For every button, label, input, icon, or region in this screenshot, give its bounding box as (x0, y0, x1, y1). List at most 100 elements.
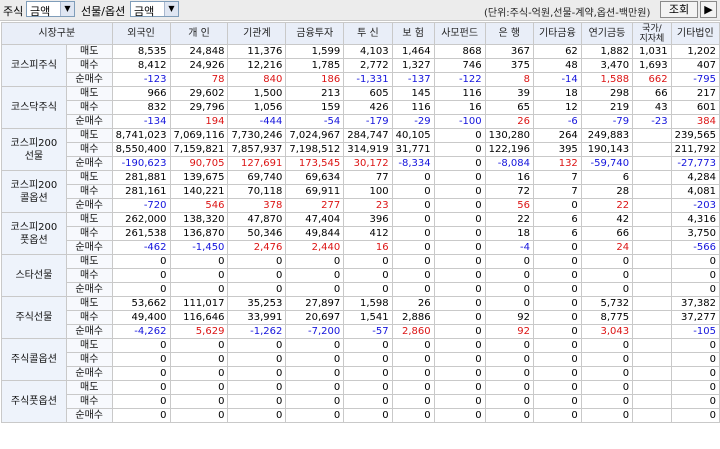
value-cell: 426 (343, 100, 393, 115)
table-row[interactable]: 매수 281,161 140,221 70,118 69,911 100 0 0 72 7 28 4,… (2, 184, 720, 199)
value-cell: 30,172 (343, 156, 393, 171)
value-cell (632, 184, 672, 199)
table-row[interactable]: 순매수 -462 -1,450 2,476 2,440 16 0 0 -4 0 24 -566 (2, 240, 720, 255)
value-cell: 0 (111, 254, 171, 269)
value-cell: 18 (533, 86, 582, 101)
value-cell: 0 (433, 156, 486, 171)
value-cell: 5,629 (169, 324, 229, 339)
table-row[interactable]: 매수 8,550,400 7,159,821 7,857,937 7,198,512 31… (2, 142, 720, 157)
value-cell: 0 (580, 352, 634, 367)
value-cell: -566 (670, 240, 720, 255)
value-cell: -190,623 (111, 156, 171, 171)
next-arrow-button[interactable]: ▶ (700, 1, 717, 18)
value-cell: 1,202 (670, 44, 720, 59)
value-cell: 7,159,821 (169, 142, 229, 157)
table-row[interactable]: 코스닥주식 매도 966 29,602 1,500 213 605 145 116 39 18 298… (1, 86, 720, 129)
value-cell: 0 (343, 268, 393, 283)
trade-type-cell: 순매수 (65, 240, 113, 255)
value-cell: 0 (169, 394, 229, 409)
table-row[interactable]: 매수 832 29,796 1,056 159 426 116 16 65 12 219 43 601 (2, 100, 720, 115)
value-cell: -179 (343, 114, 393, 129)
value-cell: 116,646 (169, 310, 229, 325)
table-row[interactable]: 순매수 0 0 0 0 0 0 0 0 0 0 0 (2, 408, 720, 423)
value-cell: 6 (580, 170, 634, 185)
value-cell: 33,991 (227, 310, 287, 325)
table-row[interactable]: 주식풋옵션 매도 0 0 0 0 0 0 0 0 0 0 0 (1, 380, 720, 423)
stock-unit-select[interactable]: 금액 ▼ (26, 1, 75, 18)
value-cell: 0 (391, 338, 435, 353)
value-cell: 26 (484, 114, 535, 129)
table-row[interactable]: 매수 49,400 116,646 33,991 20,697 1,541 2,886 0 92… (2, 310, 720, 325)
search-button[interactable]: 조회 (660, 1, 698, 18)
trade-type-cell: 순매수 (65, 366, 113, 381)
unit-note: (단위:주식-억원,선물-계약,옵션-백만원) (484, 8, 651, 19)
table-row[interactable]: 주식선물 매도 53,662 111,017 35,253 27,897 1,598 26 0 0… (1, 296, 720, 339)
value-cell: 28 (580, 184, 634, 199)
value-cell: 367 (484, 44, 535, 59)
value-cell: -59,740 (580, 156, 634, 171)
table-row[interactable]: 코스피200 선물 매도 8,741,023 7,069,116 7,730,246 7,… (1, 128, 720, 171)
table-row[interactable]: 매수 0 0 0 0 0 0 0 0 0 0 0 (2, 268, 720, 283)
table-row[interactable]: 코스피200 콜옵션 매도 281,881 139,675 69,740 69,634 77… (1, 170, 720, 213)
trade-type-cell: 매도 (65, 254, 113, 269)
table-row[interactable]: 매수 0 0 0 0 0 0 0 0 0 0 0 (2, 394, 720, 409)
table-row[interactable]: 스타선물 매도 0 0 0 0 0 0 0 0 0 0 0 (1, 254, 720, 297)
futopt-unit-select[interactable]: 금액 ▼ (130, 1, 179, 18)
chevron-down-icon: ▼ (60, 2, 74, 16)
value-cell: 0 (391, 198, 435, 213)
value-cell: 239,565 (670, 128, 720, 143)
table-row[interactable]: 순매수 0 0 0 0 0 0 0 0 0 0 0 (2, 366, 720, 381)
table-row[interactable]: 주식콜옵션 매도 0 0 0 0 0 0 0 0 0 0 0 (1, 338, 720, 381)
market-name-cell: 코스피200 풋옵션 (1, 212, 67, 255)
value-cell: 47,404 (285, 212, 345, 227)
value-cell: 0 (580, 338, 634, 353)
value-cell: 16 (433, 100, 486, 115)
value-cell: -6 (533, 114, 582, 129)
table-row[interactable]: 순매수 -190,623 90,705 127,691 173,545 30,172 -8,… (2, 156, 720, 171)
table-row[interactable]: 순매수 -4,262 5,629 -1,262 -7,200 -57 2,860 0 92 0 3,… (2, 324, 720, 339)
value-cell: 0 (227, 254, 287, 269)
value-cell: -54 (285, 114, 345, 129)
value-cell: 0 (343, 352, 393, 367)
value-cell: 284,747 (343, 128, 393, 143)
value-cell: 0 (580, 380, 634, 395)
value-cell: -4 (484, 240, 535, 255)
trade-type-cell: 순매수 (65, 198, 113, 213)
value-cell: 0 (391, 352, 435, 367)
value-cell: 0 (484, 408, 535, 423)
value-cell: 0 (433, 282, 486, 297)
value-cell: 56 (484, 198, 535, 213)
table-row[interactable]: 매수 0 0 0 0 0 0 0 0 0 0 0 (2, 352, 720, 367)
table-row[interactable]: 매수 8,412 24,926 12,216 1,785 2,772 1,327 746 375… (2, 58, 720, 73)
value-cell: 0 (433, 408, 486, 423)
value-cell: 122,196 (484, 142, 535, 157)
value-cell: 840 (227, 72, 287, 87)
value-cell: 0 (670, 408, 720, 423)
value-cell: 0 (533, 240, 582, 255)
table-row[interactable]: 매수 261,538 136,870 50,346 49,844 412 0 0 18 6 66 3,… (2, 226, 720, 241)
value-cell: 0 (433, 170, 486, 185)
table-row[interactable]: 순매수 -720 546 378 277 23 0 0 56 0 22 -203 (2, 198, 720, 213)
table-row[interactable]: 코스피200 풋옵션 매도 262,000 138,320 47,870 47,404 39… (1, 212, 720, 255)
table-row[interactable]: 순매수 -134 194 -444 -54 -179 -29 -100 26 -6 -79 -23 38… (2, 114, 720, 129)
value-cell: 7,730,246 (227, 128, 287, 143)
value-cell: 0 (533, 394, 582, 409)
value-cell: 412 (343, 226, 393, 241)
value-cell: 0 (391, 240, 435, 255)
value-cell: 217 (670, 86, 720, 101)
table-row[interactable]: 코스피주식 매도 8,535 24,848 11,376 1,599 4,103 1,464 8… (1, 44, 720, 87)
value-cell: 0 (670, 282, 720, 297)
value-cell: 407 (670, 58, 720, 73)
value-cell: 130,280 (484, 128, 535, 143)
value-cell: 186 (285, 72, 345, 87)
table-row[interactable]: 순매수 -123 78 840 186 -1,331 -137 -122 8 -14 1,588 66… (2, 72, 720, 87)
value-cell: 277 (285, 198, 345, 213)
value-cell: 53,662 (111, 296, 171, 311)
trade-type-cell: 매도 (65, 170, 113, 185)
value-cell: 0 (433, 380, 486, 395)
value-cell: 6 (533, 212, 582, 227)
table-row[interactable]: 순매수 0 0 0 0 0 0 0 0 0 0 0 (2, 282, 720, 297)
value-cell: -720 (111, 198, 171, 213)
value-cell: 11,376 (227, 44, 287, 59)
value-cell: -27,773 (670, 156, 720, 171)
